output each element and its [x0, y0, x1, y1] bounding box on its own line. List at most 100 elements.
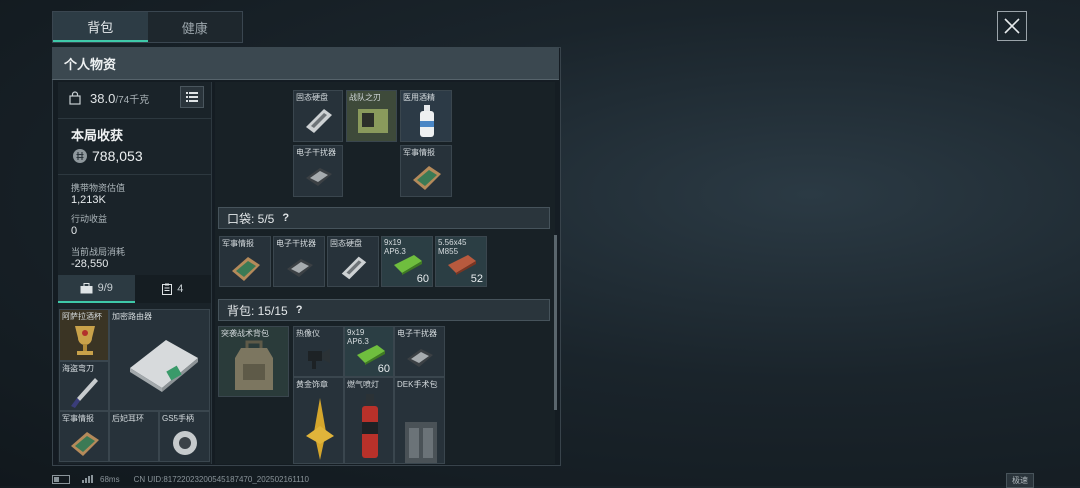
weight-icon: [69, 91, 81, 105]
knife-icon: [71, 378, 98, 408]
jammer-icon: [287, 259, 313, 277]
item-slot[interactable]: 5.56x45 M855 52: [435, 236, 487, 287]
item-label: 医用酒精: [403, 93, 435, 102]
battery-icon: [52, 474, 70, 484]
weight-capacity: /74千克: [115, 94, 150, 106]
stat-carry: 携带物资估值 1,213K: [71, 181, 125, 206]
backpack-icon: [235, 340, 273, 390]
item-slot[interactable]: 固态硬盘: [327, 236, 379, 287]
router-icon: [130, 340, 198, 392]
item-label: 电子干扰器: [397, 329, 437, 338]
close-button[interactable]: [997, 11, 1027, 41]
item-slot[interactable]: 固态硬盘: [293, 90, 343, 142]
item-label: 燃气喷灯: [347, 380, 379, 389]
status-bar: 68ms CN UID:8172202320054518747​0_202502…: [52, 472, 309, 486]
torch-icon: [362, 394, 378, 458]
jammer-icon: [407, 349, 433, 367]
item-slot[interactable]: 9x19 AP6.3 60: [381, 236, 433, 287]
item-label: 固态硬盘: [296, 93, 328, 102]
briefcase-icon: [80, 282, 93, 293]
item-slot[interactable]: 军事情报: [59, 411, 109, 462]
stat-value: 0: [71, 225, 78, 237]
help-icon[interactable]: ?: [282, 212, 289, 224]
clipboard-icon: [162, 283, 173, 295]
equipped-backpack-slot[interactable]: 突袭战术背包: [218, 326, 289, 397]
stat-income: 行动收益 0: [71, 212, 107, 237]
thermal-icon: [308, 349, 330, 369]
item-slot[interactable]: 黄金饰章: [293, 377, 344, 464]
item-slot[interactable]: 后妃耳环: [109, 411, 159, 462]
ping-text: 68ms: [100, 474, 120, 484]
item-label: 后妃耳环: [112, 414, 144, 423]
pocket-label: 口袋: 5/5: [227, 211, 275, 226]
help-icon[interactable]: ?: [296, 304, 303, 316]
stat-label: 当前战局消耗: [71, 247, 126, 257]
tab-health[interactable]: 健康: [148, 12, 243, 42]
intel-icon: [71, 432, 99, 456]
backpack-label: 背包: 15/15: [227, 303, 288, 318]
ammo-red-icon: [448, 255, 476, 275]
sub-tab-label: 9/9: [97, 282, 113, 294]
top-tab-bar: 背包 健康: [52, 11, 243, 43]
stat-cost: 当前战局消耗 -28,550: [71, 245, 125, 270]
item-slot[interactable]: 燃气喷灯: [344, 377, 394, 464]
item-slot[interactable]: 加密路由器: [109, 309, 210, 411]
stat-label: 携带物资估值: [71, 183, 126, 193]
sub-tab-bar: 9/9 4: [58, 275, 211, 303]
sub-tab-label: 4: [177, 283, 184, 295]
intel-icon: [413, 166, 441, 190]
loot-title: 本局收获: [71, 128, 124, 143]
item-label: 海盗弯刀: [62, 364, 94, 373]
item-slot[interactable]: 海盗弯刀: [59, 361, 109, 411]
intel-icon: [232, 257, 260, 281]
item-slot[interactable]: 热像仪: [293, 326, 344, 377]
stat-label: 行动收益: [71, 214, 108, 224]
controller-icon: [173, 431, 197, 455]
item-slot[interactable]: 电子干扰器: [394, 326, 445, 377]
card-icon: [358, 109, 388, 133]
item-label: 固态硬盘: [330, 239, 362, 248]
item-slot[interactable]: GS5手柄: [159, 411, 210, 462]
item-slot[interactable]: 医用酒精: [400, 90, 452, 142]
emblem-icon: [306, 398, 334, 460]
item-label: 黄金饰章: [296, 380, 328, 389]
item-label: GS5手柄: [162, 414, 195, 423]
signal-icon: [82, 475, 93, 483]
divider: [58, 174, 211, 175]
close-icon: [1004, 18, 1020, 34]
stat-value: 1,213K: [71, 194, 106, 206]
item-label: 战队之刃: [349, 93, 381, 102]
item-slot[interactable]: 电子干扰器: [293, 145, 343, 197]
ammo-green-icon: [394, 255, 422, 275]
loot-value-row: 788,053: [72, 148, 143, 164]
pocket-header[interactable]: 口袋: 5/5 ?: [218, 207, 550, 229]
item-label: 加密路由器: [112, 312, 152, 321]
item-count: 60: [416, 273, 429, 285]
item-label: 热像仪: [296, 329, 320, 338]
item-label: 电子干扰器: [276, 239, 316, 248]
item-slot[interactable]: 军事情报: [219, 236, 271, 287]
list-view-button[interactable]: [180, 86, 204, 108]
item-label: 军事情报: [222, 239, 254, 248]
backpack-header[interactable]: 背包: 15/15 ?: [218, 299, 550, 321]
goblet-icon: [75, 326, 95, 355]
uid-text: CN UID:8172202320054518747​0_20250216​11…: [133, 474, 309, 484]
item-count: 60: [377, 363, 390, 375]
scrollbar[interactable]: [554, 235, 557, 410]
panel-title: 个人物资: [64, 56, 117, 72]
tab-secure-container[interactable]: 9/9: [58, 275, 135, 303]
tab-backpack[interactable]: 背包: [53, 12, 148, 42]
item-slot[interactable]: 军事情报: [400, 145, 452, 197]
medkit-icon: [405, 422, 437, 463]
item-slot[interactable]: 战队之刃: [346, 90, 397, 142]
item-slot[interactable]: 电子干扰器: [273, 236, 325, 287]
item-label: 电子干扰器: [296, 148, 336, 157]
item-slot[interactable]: DEK手术包: [394, 377, 445, 464]
tab-tasks[interactable]: 4: [135, 275, 212, 303]
weight-current: 38.0: [90, 90, 116, 106]
item-label: DEK手术包: [397, 380, 438, 389]
item-slot[interactable]: 阿萨拉酒杯: [59, 309, 109, 361]
item-slot[interactable]: 9x19 AP6.3 60: [344, 326, 394, 377]
jammer-icon: [306, 168, 332, 186]
stat-value: -28,550: [71, 258, 109, 270]
